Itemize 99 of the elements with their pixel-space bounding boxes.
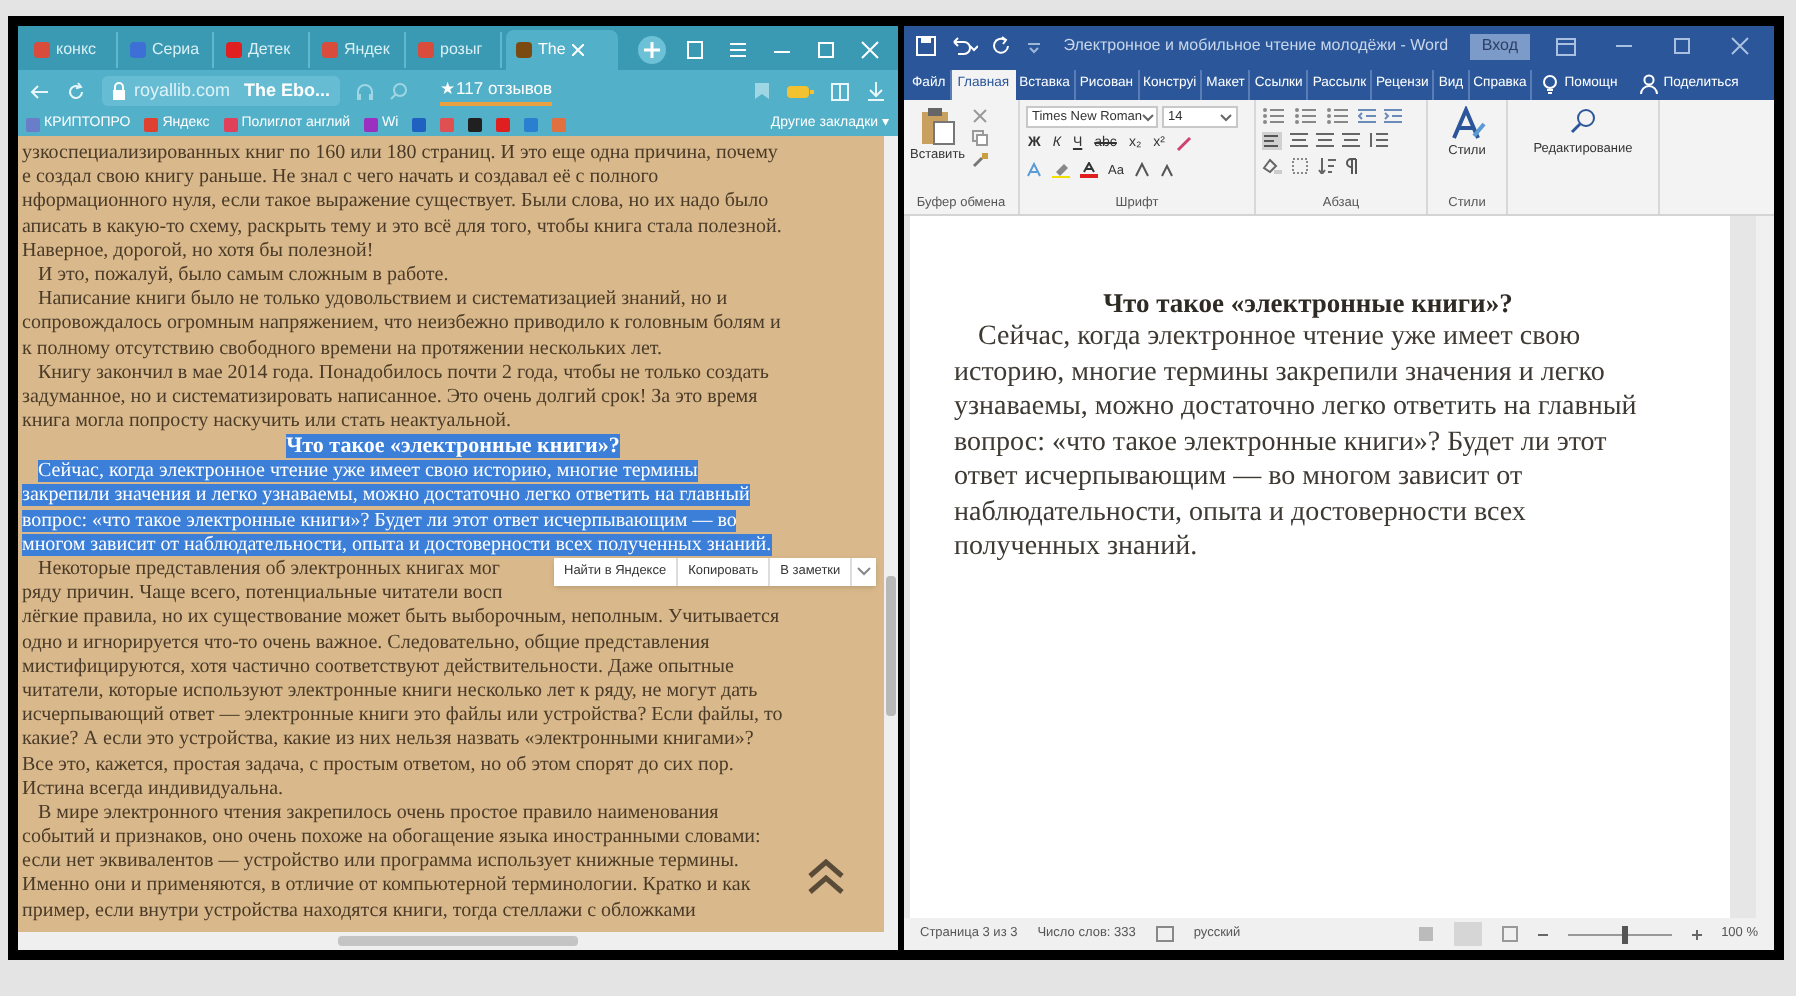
zoom-in-icon[interactable]: [1691, 929, 1702, 939]
text-line: узкоспециализированных книг по 160 или 180 страниц. И это еще одна причина, почему: [22, 142, 778, 164]
multilevel-list-icon[interactable]: [1326, 108, 1350, 124]
text-line: книга могла попросту наскучить или стать неактуальной.: [22, 410, 512, 433]
text-line: мистифицируются, хотя частично соответствуют действительности. Даже опытные: [22, 655, 734, 678]
text-line: исчерпывающий ответ — электронные книги это файлы или устройства? Если файлы, то: [22, 704, 783, 727]
text-line: В мире электронного чтения закрепилось очень простое правило наименования: [38, 801, 719, 824]
person-icon[interactable]: [1639, 74, 1658, 94]
text-line: одно и игнорируется что-то очень важное. Следовательно, общие представления: [22, 631, 710, 654]
grow-font-icon[interactable]: [1133, 162, 1150, 179]
text-line: пример, если внутри устройства находятся книги, тогда стеллажи с обложками: [22, 899, 696, 922]
text-line: если нет эквивалентов — устройство или программа использует книжные термины.: [22, 850, 739, 873]
align-left-icon[interactable]: [1262, 132, 1282, 150]
search-icon: [390, 82, 409, 100]
borders-icon[interactable]: [1292, 158, 1308, 174]
lock-icon: [112, 82, 126, 100]
maximize-icon[interactable]: [1672, 36, 1692, 56]
text-line: Написание книги было не только удовольствием и систематизацией знаний, но и: [38, 288, 728, 311]
text-line: какие? А если это устройства, какие из них нельзя назвать «электронными книгами»?: [22, 728, 754, 751]
redo-icon[interactable]: [992, 36, 1012, 56]
text-line: е создал свою книгу раньше. Не знал с чего начать и создавал её с полного: [22, 166, 659, 189]
text-line: Наверное, дорогой, но хотя бы полезной!: [22, 239, 374, 262]
chevron-down-icon: [1220, 113, 1232, 121]
line-spacing-icon[interactable]: [1368, 132, 1388, 148]
cut-icon[interactable]: [971, 108, 988, 124]
document-heading: Что такое «электронные книги»?: [1101, 286, 1515, 320]
undo-icon[interactable]: [950, 36, 978, 56]
menu-icon[interactable]: [728, 40, 748, 60]
text-line: задуманное, но и систематизировать написанное. Это очень долгий срок! За это время: [22, 385, 758, 408]
extension-icon[interactable]: [830, 81, 850, 101]
save-icon[interactable]: [916, 36, 936, 56]
text-line: Некоторые представления об электронных книгах мог: [38, 558, 501, 580]
text-line: сопровождалось огромным напряжением, что неизбежно приводило к головным болям и: [22, 312, 781, 335]
text-line: И это, пожалуй, было самым сложным в работе.: [38, 263, 449, 286]
reload-icon[interactable]: [66, 81, 86, 101]
shading-icon[interactable]: [1262, 158, 1282, 174]
web-layout-icon[interactable]: [1501, 926, 1518, 942]
decrease-indent-icon[interactable]: [1358, 108, 1376, 124]
scrollbar-thumb[interactable]: [338, 936, 578, 946]
text-line: нформационного нуля, если такое выражение существует. Были слова, но их надо было: [22, 190, 769, 213]
chevron-down-icon: [1142, 113, 1155, 121]
shrink-font-icon[interactable]: [1159, 163, 1174, 178]
tabs-icon[interactable]: [684, 40, 704, 60]
copy-icon[interactable]: [971, 130, 988, 146]
customize-toolbar-icon[interactable]: [1026, 38, 1042, 54]
text-line: лёгкие правила, но их существование может быть выборочным, неполным. Учитывается: [22, 606, 780, 629]
text-line: читатели, которые используют электронные книги несколько лет к ряду, не могут дать: [22, 679, 758, 702]
bookmark-favicon-icon: [364, 117, 379, 131]
text-line: Истина всегда индивидуальна.: [22, 777, 284, 800]
text-line: Все это, кажется, простая задача, с простым ответом, но об этом спорят до сих пор.: [22, 753, 734, 775]
favicon-icon: [516, 42, 532, 58]
bookmark-favicon-icon: [144, 117, 159, 131]
scrollbar-thumb[interactable]: [886, 576, 896, 716]
chevron-down-icon[interactable]: [852, 566, 877, 578]
zoom-slider-thumb[interactable]: [1621, 925, 1628, 943]
back-icon[interactable]: [30, 81, 50, 101]
window-title: Электронное и мобильное чтение молодёжи - Word: [1061, 34, 1451, 58]
section-heading: Что такое «электронные книги»?: [286, 434, 620, 459]
clipboard-icon: [919, 106, 956, 146]
numbering-icon[interactable]: [1294, 108, 1318, 124]
search-icon: [1569, 106, 1597, 134]
text-line: к полному отсутствию свободного времени на протяжении нескольких лет.: [22, 337, 663, 359]
align-right-icon[interactable]: [1316, 132, 1334, 148]
favicon-icon: [34, 42, 50, 58]
ribbon-display-icon[interactable]: [1556, 37, 1576, 55]
increase-indent-icon[interactable]: [1384, 108, 1402, 124]
read-mode-icon[interactable]: [1417, 926, 1434, 942]
styles-icon: [1449, 106, 1485, 142]
text-line: аписать в какую-то схему, раскрыть тему и это всё для того, чтобы книга стала полезной.: [22, 215, 782, 238]
highlighter-icon[interactable]: [1052, 162, 1070, 179]
new-tab-icon[interactable]: [638, 36, 666, 64]
bullets-icon[interactable]: [1262, 108, 1286, 124]
format-painter-icon[interactable]: [971, 152, 988, 168]
text-effects-icon[interactable]: [1026, 162, 1042, 179]
font-color-icon[interactable]: [1080, 162, 1098, 179]
text-line: Книгу закончил в мае 2014 года. Понадобилось почти 2 года, чтобы не только создать: [38, 361, 769, 384]
document-paragraph: Сейчас, когда электронное чтение уже имеет свою историю, многие термины закрепили значения и легко узнаваемы, можно достаточно легко ответить на главный вопрос: «что такое электронные книги»? Будет ли этот ответ исчерпывающим — во многом зависит от наблюдательности, опыта и достоверности всех полученных знаний.: [954, 320, 1639, 565]
favicon-icon: [322, 42, 338, 58]
download-icon[interactable]: [866, 81, 886, 101]
bookmark-favicon-icon: [223, 117, 238, 131]
favicon-icon: [130, 42, 146, 58]
favicon-icon: [418, 42, 434, 58]
clear-formatting-icon[interactable]: [1175, 136, 1191, 153]
bookmark-favicon-icon: [26, 117, 40, 131]
sort-icon[interactable]: [1318, 158, 1336, 174]
text-line: Именно они и применяются, в отличие от компьютерной терминологии. Кратко и как: [22, 874, 751, 897]
text-line: ряду причин. Чаще всего, потенциальные читатели восп: [22, 582, 503, 605]
scroll-top-icon[interactable]: [806, 856, 846, 896]
headphones-icon: [356, 82, 375, 100]
proofing-icon[interactable]: [1155, 926, 1174, 942]
sign-in-button[interactable]: Вход: [1469, 33, 1530, 59]
align-center-icon[interactable]: [1290, 132, 1308, 148]
close-icon[interactable]: [1730, 36, 1750, 56]
justify-icon[interactable]: [1342, 132, 1360, 148]
lightbulb-icon[interactable]: [1542, 74, 1559, 94]
favicon-icon: [226, 42, 242, 58]
text-line: событий и признаков, оно очень похоже на обогащение языка иностранными словами:: [22, 826, 761, 849]
pilcrow-icon[interactable]: [1346, 158, 1358, 174]
zoom-out-icon[interactable]: [1537, 929, 1548, 939]
